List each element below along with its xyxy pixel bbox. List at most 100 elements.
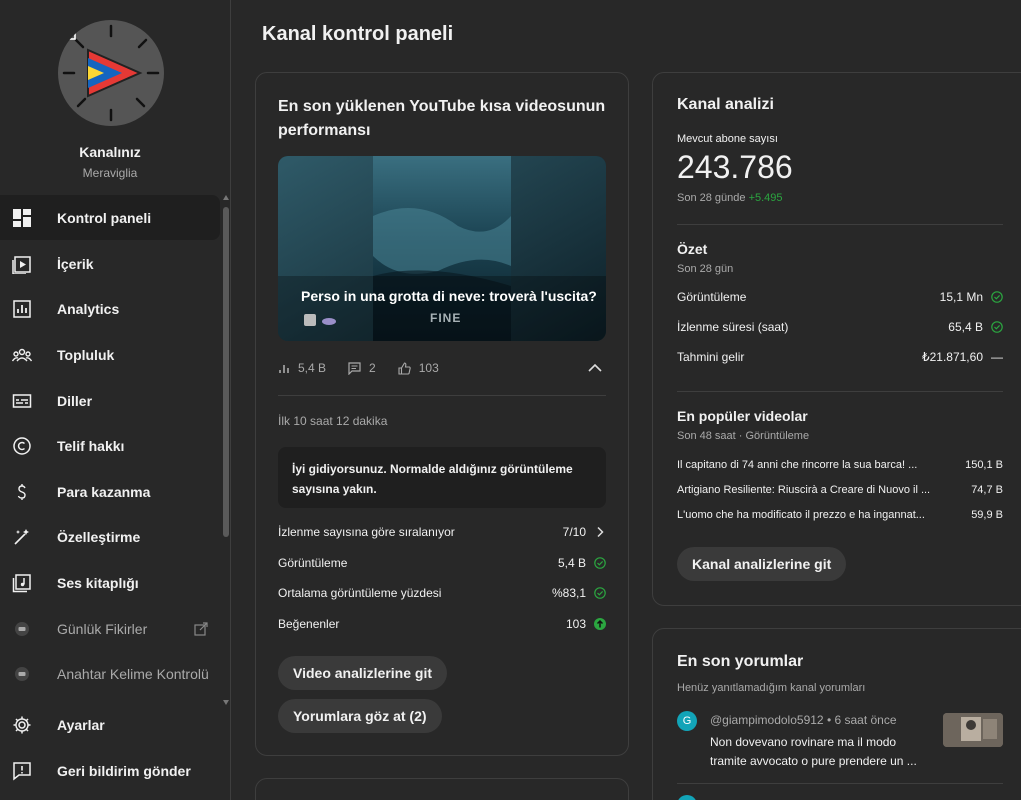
summary-value: 15,1 Mn (939, 290, 983, 304)
channel-avatar[interactable] (58, 20, 164, 126)
comment-video-thumbnail[interactable] (943, 713, 1003, 747)
check-circle-icon (594, 557, 606, 569)
sidebar-item-label: Geri bildirim gönder (57, 762, 191, 779)
community-icon (12, 345, 32, 365)
metric-avg-view-row: Ortalama görüntüleme yüzdesi %83,1 (278, 582, 606, 604)
divider (278, 395, 606, 396)
sidebar-item-label: Telif hakkı (57, 437, 125, 454)
dash-icon: — (991, 350, 1003, 364)
top-video-row[interactable]: Artigiano Resiliente: Riuscirà a Creare … (677, 480, 1003, 500)
summary-label: İzlenme süresi (saat) (677, 320, 789, 334)
check-circle-icon (991, 321, 1003, 333)
chevron-up-icon[interactable] (588, 363, 602, 373)
sidebar-item-label: Ayarlar (57, 716, 105, 733)
check-circle-icon (991, 291, 1003, 303)
likes-value: 103 (418, 361, 439, 375)
subscribers-change: Son 28 günde +5.495 (677, 192, 783, 204)
summary-period: Son 28 gün (677, 263, 734, 275)
sidebar-item-analytics[interactable]: Analytics (0, 286, 220, 331)
subscribers-period: Son 28 günde (677, 192, 746, 204)
sidebar-item-label: Ses kitaplığı (57, 574, 139, 591)
divider (677, 391, 1003, 392)
gear-icon (12, 715, 32, 735)
comments-subtitle: Henüz yanıtlamadığım kanal yorumları (677, 682, 866, 694)
summary-title: Özet (677, 241, 708, 257)
video-stats: 5,4 B 2 103 (278, 357, 606, 379)
sidebar-item-label: Para kazanma (57, 483, 151, 500)
latest-short-card: En son yüklenen YouTube kısa videosunun … (255, 72, 629, 756)
sidebar-item-label: Topluluk (57, 346, 115, 363)
sidebar-item-label: Anahtar Kelime Kontrolü (57, 665, 209, 682)
sidebar-item-settings[interactable]: Ayarlar (0, 702, 220, 747)
top-video-views: 59,9 B (971, 509, 1003, 521)
channel-name: Kanalınız (79, 144, 141, 160)
audio-library-icon (12, 573, 32, 593)
thumbs-up-icon (398, 361, 411, 375)
comment-author[interactable]: @giampimodolo5912 (710, 713, 824, 727)
dashboard-icon (12, 208, 32, 228)
scroll-down-arrow[interactable] (223, 700, 229, 705)
sidebar-item-content[interactable]: İçerik (0, 241, 220, 286)
top-video-views: 150,1 B (965, 459, 1003, 471)
metric-likes-row: Beğenenler 103 (278, 613, 606, 635)
extension-icon (12, 619, 32, 639)
metric-rank-row[interactable]: İzlenme sayısına göre sıralanıyor 7/10 (278, 521, 606, 543)
metric-views-row: Görüntüleme 5,4 B (278, 552, 606, 574)
sidebar-item-label: Diller (57, 392, 93, 409)
summary-watchtime-row: İzlenme süresi (saat) 65,4 B (677, 317, 1003, 337)
sidebar-item-monetization[interactable]: Para kazanma (0, 469, 220, 514)
creator-logo-icon (304, 314, 316, 326)
sidebar-item-feedback[interactable]: Geri bildirim gönder (0, 748, 220, 793)
comments-stat: 2 (348, 361, 376, 375)
subscribers-label: Mevcut abone sayısı (677, 133, 778, 145)
comment-avatar-next[interactable] (677, 795, 697, 800)
first-period-label: İlk 10 saat 12 dakika (278, 414, 388, 428)
sidebar-item-customization[interactable]: Özelleştirme (0, 514, 220, 559)
sidebar-item-label: Özelleştirme (57, 528, 141, 545)
view-comments-button[interactable]: Yorumlara göz at (2) (278, 699, 442, 733)
next-card (255, 778, 629, 800)
video-watermark: FINE (430, 311, 462, 325)
feedback-icon (12, 761, 32, 781)
external-link-icon (60, 22, 78, 40)
metric-label: Görüntüleme (278, 556, 348, 570)
top-video-title: L'uomo che ha modificato il prezzo e ha … (677, 509, 925, 521)
sidebar-scrollbar[interactable] (223, 195, 229, 705)
channel-handle: Meraviglia (82, 166, 138, 180)
subtitles-icon (12, 391, 32, 411)
scroll-up-arrow[interactable] (223, 195, 229, 200)
dollar-icon (12, 482, 32, 502)
sidebar-item-community[interactable]: Topluluk (0, 332, 220, 377)
sidebar-item-keyword-check[interactable]: Anahtar Kelime Kontrolü (0, 651, 220, 696)
channel-analytics-card: Kanal analizi Mevcut abone sayısı 243.78… (652, 72, 1021, 606)
views-stat: 5,4 B (278, 361, 326, 375)
sidebar-item-copyright[interactable]: Telif hakkı (0, 423, 220, 468)
comment-avatar[interactable]: G (677, 711, 697, 731)
scroll-thumb[interactable] (223, 207, 229, 537)
page-title: Kanal kontrol paneli (262, 23, 454, 45)
top-video-row[interactable]: L'uomo che ha modificato il prezzo e ha … (677, 505, 1003, 525)
likes-stat: 103 (398, 361, 439, 375)
top-videos-period: Son 48 saat · Görüntüleme (677, 430, 810, 442)
sidebar-item-dashboard[interactable]: Kontrol paneli (0, 195, 220, 240)
comment-text: Non dovevano rovinare ma il modo tramite… (710, 735, 917, 768)
views-value: 5,4 B (298, 361, 327, 375)
metric-value: 103 (565, 617, 586, 631)
top-video-title: Artigiano Resiliente: Riuscirà a Creare … (677, 484, 931, 496)
video-analytics-button[interactable]: Video analizlerine git (278, 656, 448, 690)
summary-label: Tahmini gelir (677, 350, 745, 364)
sidebar-item-daily-ideas[interactable]: Günlük Fikirler (0, 606, 220, 651)
metric-label: Beğenenler (278, 617, 340, 631)
comment-time: 6 saat önce (834, 713, 897, 727)
sidebar-item-label: Kontrol paneli (57, 209, 152, 226)
video-thumbnail[interactable]: Perso in una grotta di neve: troverà l'u… (278, 156, 606, 341)
top-video-row[interactable]: Il capitano di 74 anni che rincorre la s… (677, 455, 1003, 475)
badge-icon (322, 318, 336, 325)
top-video-views: 74,7 B (971, 484, 1003, 496)
comment-icon (348, 361, 361, 375)
external-link-icon (194, 621, 208, 636)
channel-analytics-button[interactable]: Kanal analizlerine git (677, 547, 847, 581)
summary-label: Görüntüleme (677, 290, 747, 304)
sidebar-item-languages[interactable]: Diller (0, 378, 220, 423)
sidebar-item-audio-library[interactable]: Ses kitaplığı (0, 560, 220, 605)
